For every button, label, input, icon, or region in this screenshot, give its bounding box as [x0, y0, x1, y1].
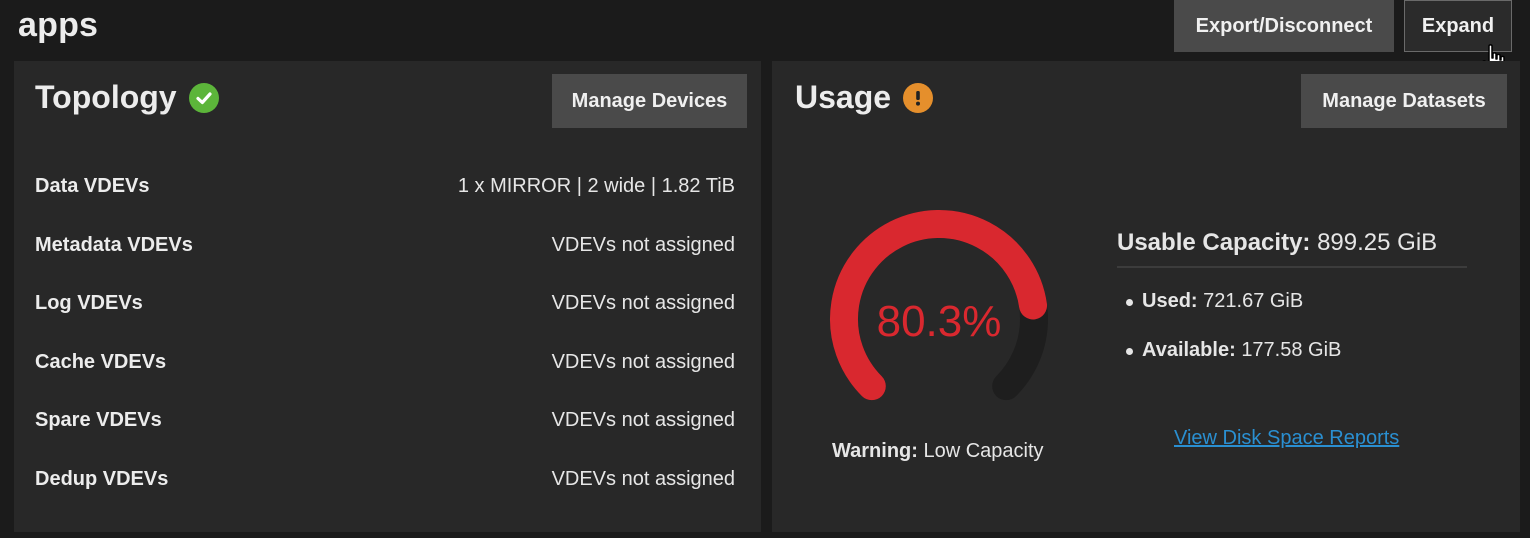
- vdev-row-spare: Spare VDEVs VDEVs not assigned: [35, 409, 735, 432]
- gauge-percent: 80.3%: [876, 297, 1002, 346]
- topology-card: Topology Manage Devices Data VDEVs 1 x M…: [14, 61, 761, 532]
- warning-icon: [903, 82, 934, 113]
- vdev-label: Spare VDEVs: [35, 409, 162, 431]
- vdev-row-dedup: Dedup VDEVs VDEVs not assigned: [35, 468, 735, 491]
- warning-text: Low Capacity: [923, 440, 1044, 462]
- usage-header: Usage: [795, 79, 934, 116]
- capacity-value: 899.25 GiB: [1317, 229, 1438, 256]
- vdev-row-metadata: Metadata VDEVs VDEVs not assigned: [35, 234, 735, 257]
- check-circle-icon: [188, 82, 219, 113]
- capacity-warning: Warning: Low Capacity: [832, 440, 1044, 463]
- manage-devices-button[interactable]: Manage Devices: [552, 74, 747, 128]
- vdev-value: VDEVs not assigned: [551, 234, 735, 256]
- used-label: Used:: [1142, 290, 1198, 312]
- topology-header: Topology: [35, 79, 219, 116]
- vdev-label: Data VDEVs: [35, 175, 150, 197]
- vdev-value: VDEVs not assigned: [551, 468, 735, 490]
- warning-label: Warning:: [832, 440, 918, 462]
- usable-capacity: Usable Capacity: 899.25 GiB: [1117, 229, 1437, 257]
- vdev-row-log: Log VDEVs VDEVs not assigned: [35, 292, 735, 315]
- usage-title: Usage: [795, 79, 892, 115]
- capacity-label: Usable Capacity:: [1117, 229, 1311, 256]
- vdev-value: VDEVs not assigned: [551, 409, 735, 431]
- vdev-label: Metadata VDEVs: [35, 234, 193, 256]
- bullet-icon: [1126, 299, 1133, 306]
- vdev-label: Dedup VDEVs: [35, 468, 169, 490]
- vdev-label: Log VDEVs: [35, 292, 143, 314]
- usage-card: Usage Manage Datasets 80.3% Warning: Low…: [772, 61, 1520, 532]
- available-stat: Available: 177.58 GiB: [1142, 339, 1341, 362]
- capacity-divider: [1117, 266, 1467, 268]
- vdev-value: 1 x MIRROR | 2 wide | 1.82 TiB: [457, 175, 735, 197]
- used-stat: Used: 721.67 GiB: [1142, 290, 1303, 313]
- pool-title: apps: [18, 6, 99, 44]
- topology-title: Topology: [35, 79, 177, 115]
- used-value: 721.67 GiB: [1203, 290, 1304, 312]
- view-disk-space-reports-link[interactable]: View Disk Space Reports: [1174, 427, 1399, 450]
- vdev-value: VDEVs not assigned: [551, 351, 735, 373]
- vdev-value: VDEVs not assigned: [551, 292, 735, 314]
- manage-datasets-button[interactable]: Manage Datasets: [1301, 74, 1507, 128]
- available-label: Available:: [1142, 339, 1236, 361]
- vdev-row-cache: Cache VDEVs VDEVs not assigned: [35, 351, 735, 374]
- bullet-icon: [1126, 348, 1133, 355]
- vdev-row-data: Data VDEVs 1 x MIRROR | 2 wide | 1.82 Ti…: [35, 175, 735, 198]
- export-disconnect-button[interactable]: Export/Disconnect: [1174, 0, 1394, 52]
- vdev-label: Cache VDEVs: [35, 351, 167, 373]
- available-value: 177.58 GiB: [1241, 339, 1342, 361]
